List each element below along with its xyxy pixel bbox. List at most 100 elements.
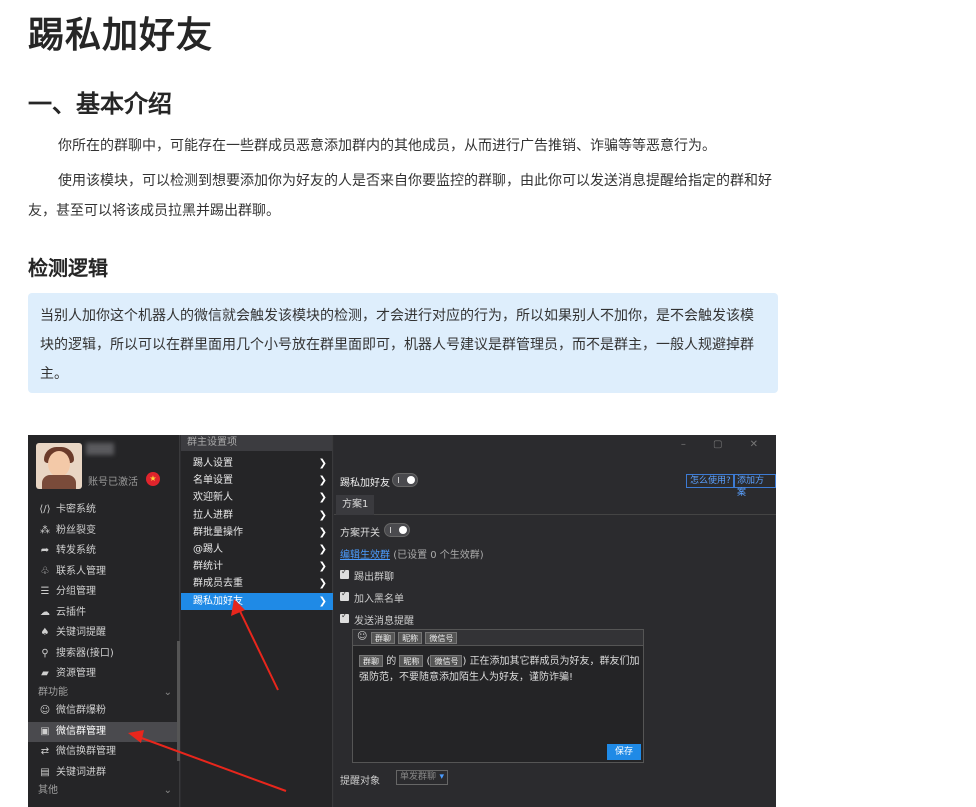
submenu-item[interactable]: 群统计 ❯ [181, 558, 333, 575]
chevron-right-icon: ❯ [318, 475, 327, 487]
cloud-icon: ☁ [40, 606, 50, 618]
notify-label: 发送消息提醒 [354, 616, 414, 627]
add-user-icon: ☺ [39, 705, 51, 716]
submenu-item-label: 群成员去重 [193, 578, 243, 590]
kick-checkbox[interactable] [340, 567, 349, 579]
edit-groups-link[interactable]: 编辑生效群 [340, 550, 390, 561]
section-other[interactable]: 其他 ⌄ [28, 782, 180, 800]
group-list-icon: ☰ [40, 586, 50, 597]
keyword-group-icon: ▤ [40, 766, 50, 778]
sidebar-item[interactable]: ▰ 资源管理 [28, 664, 180, 684]
section-heading-logic: 检测逻辑 [28, 256, 108, 280]
save-button[interactable]: 保存 [607, 744, 641, 760]
briefcase-icon: ▣ [40, 725, 50, 737]
chevron-right-icon: ❯ [318, 595, 327, 607]
emoji-icon[interactable]: ☺ [357, 631, 367, 642]
submenu-item-label: 群统计 [193, 561, 223, 573]
folder-icon: ▰ [41, 668, 49, 679]
plan-toggle[interactable] [384, 523, 410, 537]
submenu-item[interactable]: @踢人 ❯ [181, 541, 333, 558]
group-menu-item-label: 微信换群管理 [56, 746, 116, 757]
tab-plan-1[interactable]: 方案1 [336, 495, 375, 515]
chevron-right-icon: ❯ [318, 458, 327, 469]
intro-paragraph-2: 使用该模块，可以检测到想要添加你为好友的人是否来自你要监控的群聊，由此你可以发送… [28, 173, 772, 219]
sidebar-scrollbar[interactable] [177, 641, 180, 761]
sidebar-item[interactable]: ⚲ 搜索器(接口) [28, 644, 180, 664]
module-toggle[interactable] [392, 473, 418, 487]
blurred-username [86, 443, 114, 455]
plan-tabs: 方案1 [334, 495, 776, 515]
editor-text[interactable]: 群聊 的 昵称 (微信号) 正在添加其它群成员为好友，群友们加强防范，不要随意添… [359, 654, 641, 686]
submenu-title: 群主设置项 [181, 435, 332, 451]
sidebar-item-label: 关键词提醒 [56, 627, 106, 638]
window-controls[interactable]: – ▢ ✕ [681, 439, 770, 450]
help-button[interactable]: 怎么使用? [686, 474, 735, 488]
contacts-icon: ♧ [40, 565, 50, 577]
token-nickname: 昵称 [399, 655, 424, 667]
edit-groups-row: 编辑生效群 (已设置 0 个生效群) [340, 546, 484, 561]
sidebar-item[interactable]: ☰ 分组管理 [28, 582, 180, 602]
editor-toolbar: ☺ 群聊 昵称 微信号 [353, 630, 643, 646]
kick-label: 踢出群聊 [354, 572, 394, 583]
group-menu-item[interactable]: ☺ 微信群爆粉 [28, 701, 180, 721]
submenu-item[interactable]: 踢私加好友 ❯ [181, 592, 333, 610]
group-menu-item[interactable]: ⇄ 微信换群管理 [28, 742, 180, 762]
message-editor[interactable]: ☺ 群聊 昵称 微信号 群聊 的 昵称 (微信号) 正在添加其它群成员为好友，群… [352, 629, 644, 763]
bell-icon: ♠ [40, 627, 50, 638]
submenu-item-label: @踢人 [193, 544, 223, 555]
submenu-item-label: 踢私加好友 [193, 595, 243, 607]
settings-panel: – ▢ ✕ 踢私加好友 怎么使用? 添加方案 方案1 方案开关 编辑生效群 (已… [334, 435, 776, 807]
insert-nickname-chip[interactable]: 昵称 [398, 632, 423, 644]
chevron-right-icon: ❯ [318, 492, 327, 504]
insert-wechat-id-chip[interactable]: 微信号 [425, 632, 458, 644]
page-title: 踢私加好友 [28, 15, 214, 56]
edit-groups-note: (已设置 0 个生效群) [393, 550, 484, 561]
chevron-right-icon: ❯ [318, 509, 327, 521]
account-status: 账号已激活 [88, 477, 138, 488]
chevron-right-icon: ❯ [318, 578, 327, 590]
add-plan-button[interactable]: 添加方案 [733, 474, 776, 498]
sidebar-item[interactable]: ♧ 联系人管理 [28, 562, 180, 582]
info-note: 当别人加你这个机器人的微信就会触发该模块的检测，才会进行对应的行为，所以如果别人… [28, 293, 778, 393]
token-group: 群聊 [359, 655, 383, 667]
notify-checkbox[interactable] [340, 611, 349, 623]
remind-target-label: 提醒对象 [340, 776, 380, 787]
search-icon: ⚲ [41, 647, 49, 659]
app-sidebar: 账号已激活 ★ ⟨/⟩ 卡密系统 ⁂ 粉丝裂变 ➦ 转发系统 ♧ 联系人管理 ☰ 分组管理 ☁ 云插件… [28, 435, 180, 807]
sidebar-item-label: 分组管理 [56, 586, 96, 597]
submenu-item[interactable]: 群成员去重 ❯ [181, 575, 333, 592]
code-icon: ⟨/⟩ [39, 504, 51, 515]
sidebar-item-label: 转发系统 [56, 545, 96, 556]
chevron-down-icon: ⌄ [163, 785, 172, 796]
sidebar-item[interactable]: ☁ 云插件 [28, 603, 180, 623]
sidebar-item-label: 联系人管理 [56, 565, 106, 577]
vip-badge-icon: ★ [146, 472, 160, 486]
section-heading-intro: 一、基本介绍 [28, 90, 172, 118]
submenu-item[interactable]: 踢人设置 ❯ [181, 455, 333, 472]
sidebar-item[interactable]: ⟨/⟩ 卡密系统 [28, 500, 180, 520]
submenu-item[interactable]: 拉人进群 ❯ [181, 507, 333, 524]
submenu-item[interactable]: 群批量操作 ❯ [181, 524, 333, 541]
forward-icon: ➦ [40, 545, 50, 556]
section-other-label: 其他 [38, 785, 58, 796]
submenu-item[interactable]: 欢迎新人 ❯ [181, 489, 333, 506]
sidebar-item[interactable]: ⁂ 粉丝裂变 [28, 521, 180, 541]
group-menu-item[interactable]: ▤ 关键词进群 [28, 763, 180, 783]
sidebar-item-label: 卡密系统 [56, 504, 96, 515]
chevron-right-icon: ❯ [318, 526, 327, 538]
insert-group-chip[interactable]: 群聊 [371, 632, 395, 644]
blacklist-label: 加入黑名单 [354, 594, 404, 605]
submenu-item[interactable]: 名单设置 ❯ [181, 472, 333, 489]
blacklist-checkbox[interactable] [340, 589, 349, 601]
group-menu-item[interactable]: ▣ 微信群管理 [28, 721, 180, 742]
submenu-item-label: 拉人进群 [193, 509, 233, 521]
sidebar-item[interactable]: ♠ 关键词提醒 [28, 623, 180, 643]
remind-target-select[interactable]: 单发群聊 ▾ [396, 770, 448, 785]
chevron-down-icon: ⌄ [163, 687, 172, 698]
avatar[interactable] [36, 443, 82, 489]
section-group-functions[interactable]: 群功能 ⌄ [28, 684, 180, 702]
section-group-label: 群功能 [38, 687, 68, 698]
chevron-right-icon: ❯ [318, 544, 327, 555]
submenu-item-label: 名单设置 [193, 475, 233, 487]
sidebar-item[interactable]: ➦ 转发系统 [28, 541, 180, 561]
